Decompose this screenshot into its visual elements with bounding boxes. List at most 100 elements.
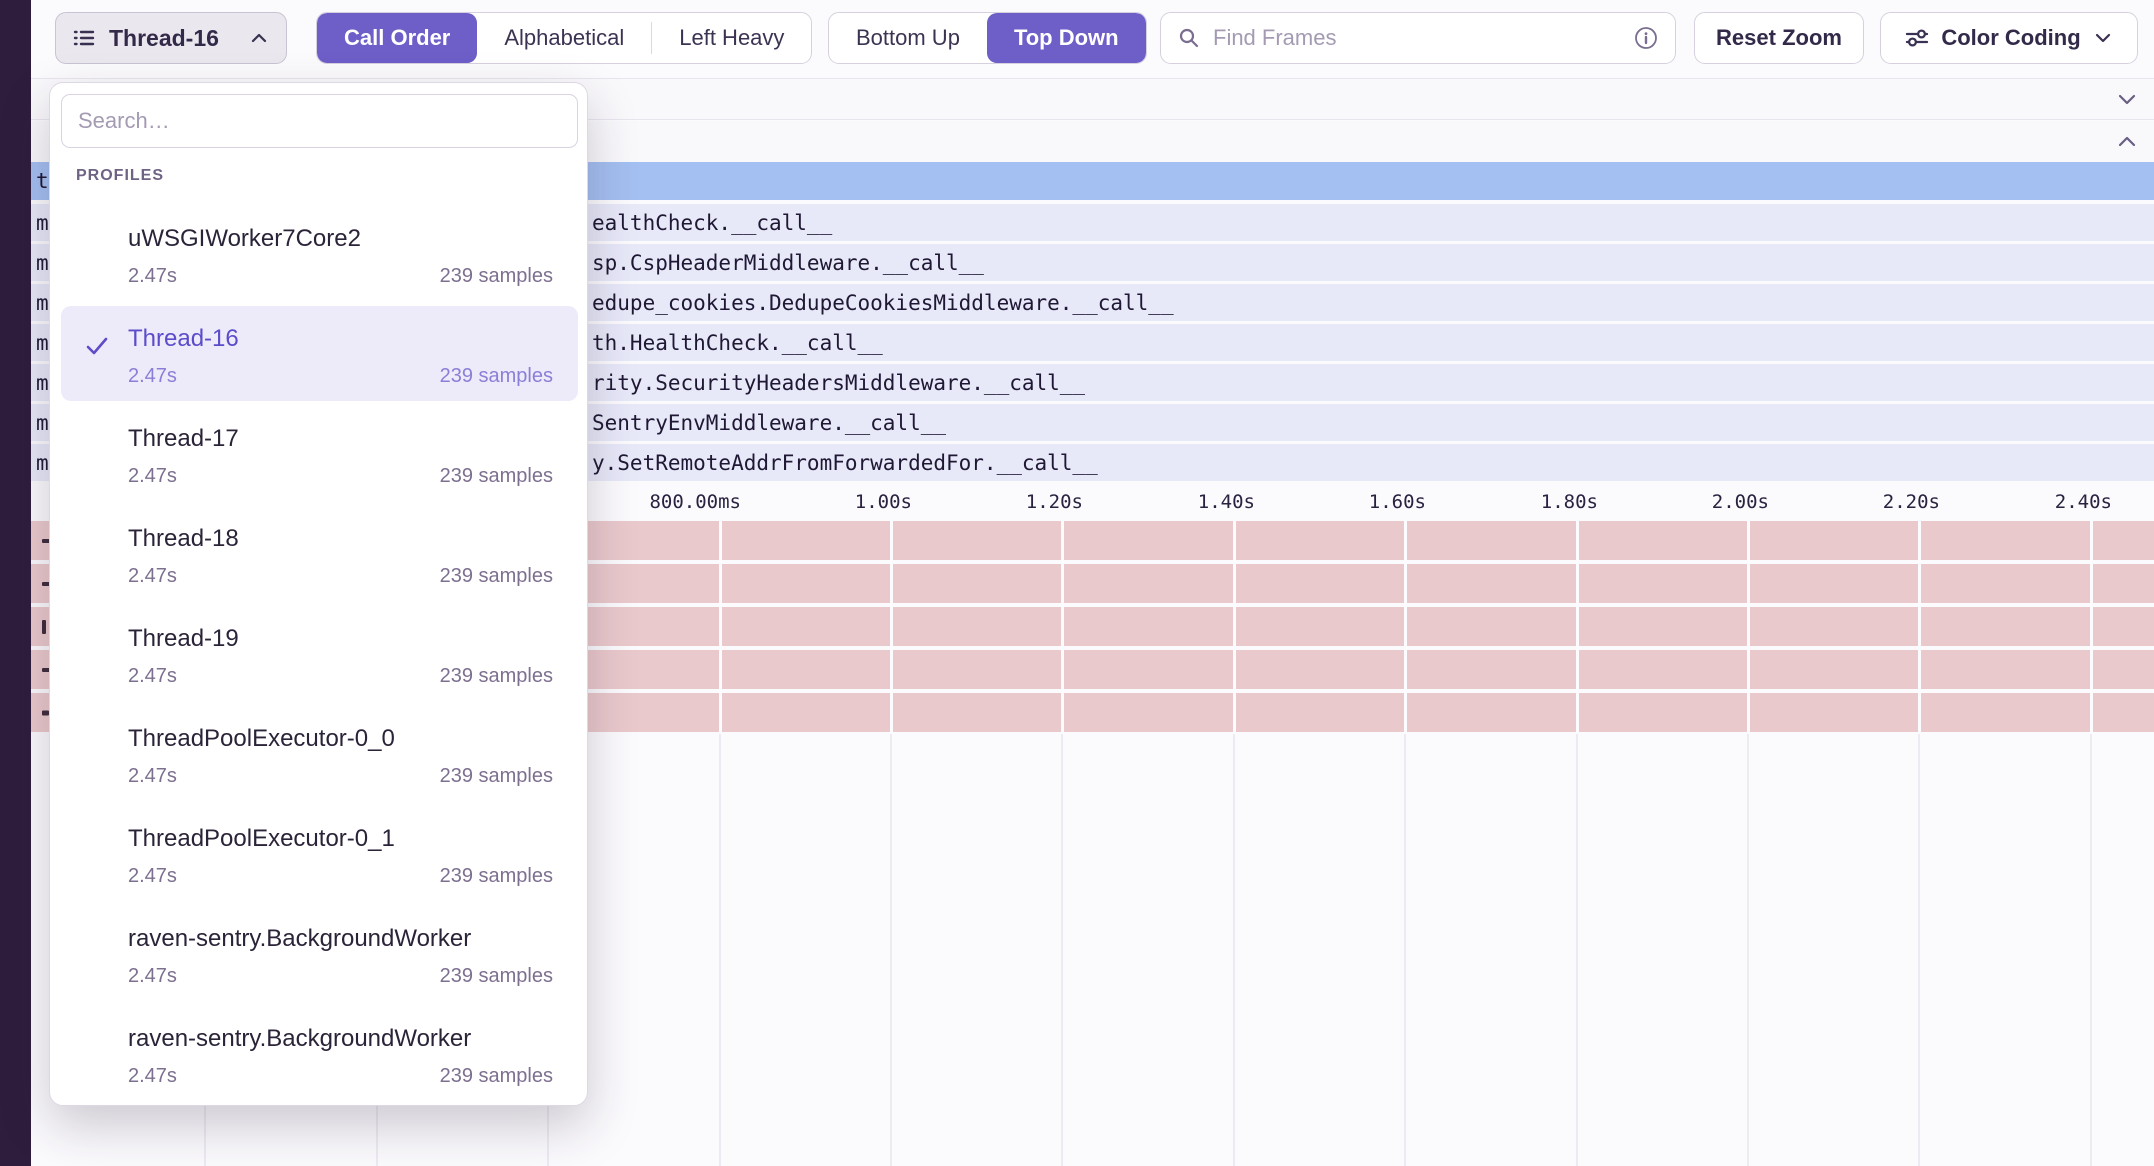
chevron-down-icon[interactable] xyxy=(2114,86,2140,112)
checkmark-icon xyxy=(83,332,111,360)
profile-item-duration: 2.47s xyxy=(128,265,177,288)
direction-control: Bottom UpTop Down xyxy=(828,12,1147,64)
profile-item-name: Thread-19 xyxy=(128,625,239,653)
profile-item-duration: 2.47s xyxy=(128,665,177,688)
sort-order-control: Call OrderAlphabeticalLeft Heavy xyxy=(316,12,812,64)
frame-text-fragment: m xyxy=(36,411,49,435)
time-axis-tick-label: 2.20s xyxy=(1883,491,1940,513)
thread-selector-dropdown: Search… PROFILES uWSGIWorker7Core2 2.47s… xyxy=(49,82,588,1106)
time-axis-tick-label: 800.00ms xyxy=(649,491,741,513)
profile-item-name: raven-sentry.BackgroundWorker xyxy=(128,925,471,953)
profile-item-samples: 239 samples xyxy=(440,365,553,388)
time-gridline xyxy=(1747,734,1749,1166)
time-gridline xyxy=(719,519,722,734)
time-axis-tick-label: 1.20s xyxy=(1026,491,1083,513)
color-coding-label: Color Coding xyxy=(1941,25,2080,51)
sort-order-option[interactable]: Alphabetical xyxy=(477,13,651,63)
frame-text-fragment: m xyxy=(36,291,49,315)
profile-item-duration: 2.47s xyxy=(128,565,177,588)
profile-item-stats: 2.47s 239 samples xyxy=(128,665,553,688)
time-axis-tick-label: 1.60s xyxy=(1369,491,1426,513)
profile-item[interactable]: Thread-18 2.47s 239 samples xyxy=(61,506,578,601)
time-axis-tick-label: 1.40s xyxy=(1198,491,1255,513)
sort-order-option[interactable]: Call Order xyxy=(317,13,477,63)
profile-item-stats: 2.47s 239 samples xyxy=(128,765,553,788)
sliders-icon xyxy=(1904,25,1930,51)
direction-option[interactable]: Top Down xyxy=(987,13,1146,63)
profile-item-stats: 2.47s 239 samples xyxy=(128,365,553,388)
profile-item[interactable]: raven-sentry.BackgroundWorker 2.47s 239 … xyxy=(61,1006,578,1101)
time-gridline xyxy=(1233,734,1235,1166)
profile-item-samples: 239 samples xyxy=(440,1065,553,1088)
profile-item[interactable]: Thread-16 2.47s 239 samples xyxy=(61,306,578,401)
dropdown-search-placeholder: Search… xyxy=(78,108,170,134)
reset-zoom-label: Reset Zoom xyxy=(1716,25,1842,51)
info-icon[interactable] xyxy=(1633,25,1659,51)
profile-item-duration: 2.47s xyxy=(128,465,177,488)
profile-item-samples: 239 samples xyxy=(440,565,553,588)
profile-item-duration: 2.47s xyxy=(128,865,177,888)
frame-function-name: edupe_cookies.DedupeCookiesMiddleware.__… xyxy=(592,291,1174,315)
profile-item[interactable]: raven-sentry.BackgroundWorker 2.47s 239 … xyxy=(61,906,578,1001)
profile-item-stats: 2.47s 239 samples xyxy=(128,465,553,488)
find-frames-placeholder: Find Frames xyxy=(1213,25,1621,51)
frame-function-name: y.SetRemoteAddrFromForwardedFor.__call__ xyxy=(592,451,1098,475)
profile-item-stats: 2.47s 239 samples xyxy=(128,965,553,988)
time-gridline xyxy=(1061,519,1064,734)
profile-item-duration: 2.47s xyxy=(128,965,177,988)
frame-function-name: ealthCheck.__call__ xyxy=(592,211,832,235)
profiler-flamegraph-screen: Thread-16 Call OrderAlphabeticalLeft Hea… xyxy=(0,0,2154,1166)
time-axis-tick-label: 2.00s xyxy=(1712,491,1769,513)
color-coding-button[interactable]: Color Coding xyxy=(1880,12,2138,64)
frame-text-fragment: m xyxy=(36,251,49,275)
frame-text-fragment: m xyxy=(36,371,49,395)
thread-selector-button[interactable]: Thread-16 xyxy=(55,12,287,64)
time-gridline xyxy=(1233,519,1236,734)
frame-function-name: th.HealthCheck.__call__ xyxy=(592,331,883,355)
time-gridline xyxy=(1404,734,1406,1166)
profile-item[interactable]: ThreadPoolExecutor-0_1 2.47s 239 samples xyxy=(61,806,578,901)
profile-item-duration: 2.47s xyxy=(128,365,177,388)
profile-item-duration: 2.47s xyxy=(128,1065,177,1088)
profile-item-samples: 239 samples xyxy=(440,265,553,288)
frame-text-fragment: m xyxy=(36,331,49,355)
profile-item-name: ThreadPoolExecutor-0_0 xyxy=(128,725,395,753)
profile-item[interactable]: Thread-19 2.47s 239 samples xyxy=(61,606,578,701)
profile-item-stats: 2.47s 239 samples xyxy=(128,265,553,288)
sidebar-strip xyxy=(0,0,31,1166)
chevron-up-icon[interactable] xyxy=(2114,129,2140,155)
reset-zoom-button[interactable]: Reset Zoom xyxy=(1694,12,1864,64)
toolbar: Thread-16 Call OrderAlphabeticalLeft Hea… xyxy=(31,0,2154,79)
time-axis-tick-label: 2.40s xyxy=(2055,491,2112,513)
time-gridline xyxy=(1747,519,1750,734)
thread-selector-label: Thread-16 xyxy=(109,25,235,52)
profile-item-name: raven-sentry.BackgroundWorker xyxy=(128,1025,471,1053)
profile-item-name: ThreadPoolExecutor-0_1 xyxy=(128,825,395,853)
find-frames-input[interactable]: Find Frames xyxy=(1160,12,1676,64)
profile-item-name: Thread-17 xyxy=(128,425,239,453)
time-gridline xyxy=(1061,734,1063,1166)
profile-item-samples: 239 samples xyxy=(440,965,553,988)
profile-item-samples: 239 samples xyxy=(440,665,553,688)
dropdown-search-input[interactable]: Search… xyxy=(61,94,578,148)
search-icon xyxy=(1177,26,1201,50)
profile-item[interactable]: ThreadPoolExecutor-0_0 2.47s 239 samples xyxy=(61,706,578,801)
profile-item-stats: 2.47s 239 samples xyxy=(128,565,553,588)
sort-order-option[interactable]: Left Heavy xyxy=(652,13,811,63)
profile-item-samples: 239 samples xyxy=(440,865,553,888)
profile-item-samples: 239 samples xyxy=(440,465,553,488)
time-gridline xyxy=(2090,519,2093,734)
profile-item-name: uWSGIWorker7Core2 xyxy=(128,225,361,253)
profile-item-samples: 239 samples xyxy=(440,765,553,788)
profile-item[interactable]: uWSGIWorker7Core2 2.47s 239 samples xyxy=(61,206,578,301)
profile-item[interactable]: Thread-17 2.47s 239 samples xyxy=(61,406,578,501)
time-gridline xyxy=(1576,519,1579,734)
frame-function-name: rity.SecurityHeadersMiddleware.__call__ xyxy=(592,371,1085,395)
frame-text-fragment: m xyxy=(36,451,49,475)
profile-item-stats: 2.47s 239 samples xyxy=(128,1065,553,1088)
thread-list-icon xyxy=(72,26,96,50)
chevron-up-icon xyxy=(248,27,270,49)
time-gridline xyxy=(1576,734,1578,1166)
time-gridline xyxy=(1404,519,1407,734)
direction-option[interactable]: Bottom Up xyxy=(829,13,987,63)
